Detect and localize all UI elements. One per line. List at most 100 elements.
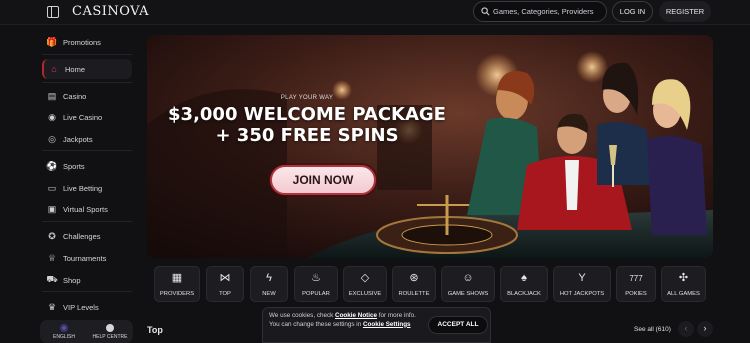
sidebar-item-label: Live Casino (63, 113, 103, 122)
lightning-icon: ϟ (266, 272, 272, 284)
cookie-settings-link[interactable]: Cookie Settings (363, 321, 411, 328)
sidebar-item-label: Home (65, 65, 86, 74)
register-button[interactable]: REGISTER (659, 1, 711, 22)
cards-icon: ▤ (47, 90, 57, 101)
sidebar-item-tournaments[interactable]: ♕ Tournaments (42, 248, 132, 268)
search-input[interactable]: Games, Categories, Providers (473, 1, 607, 22)
language-button[interactable]: ENGLISH (41, 321, 87, 343)
category-roulette[interactable]: ⊛ ROULETTE (392, 266, 436, 302)
sidebar-item-home[interactable]: ⌂ Home (42, 59, 132, 79)
hero-artwork (147, 35, 713, 258)
sidebar-item-virtual-sports[interactable]: ▣ Virtual Sports (42, 199, 132, 219)
help-icon (106, 324, 114, 332)
sidebar-item-live-betting[interactable]: ▭ Live Betting (42, 178, 132, 198)
sidebar-item-label: Casino (63, 92, 87, 101)
accept-all-button[interactable]: ACCEPT ALL (428, 316, 488, 334)
sidebar-divider (42, 221, 132, 222)
medal-icon: ✪ (48, 230, 56, 241)
cookie-notice-link[interactable]: Cookie Notice (335, 312, 377, 319)
hero-copy: PLAY YOUR WAY $3,000 WELCOME PACKAGE + 3… (147, 95, 467, 146)
gift-icon: 🎁 (46, 36, 58, 47)
sidebar-item-label: Live Betting (63, 184, 103, 193)
search-placeholder: Games, Categories, Providers (493, 7, 594, 16)
ball-icon: ⚽ (46, 160, 58, 171)
prev-arrow-icon[interactable]: ‹ (678, 321, 694, 337)
sidebar-divider (42, 82, 132, 83)
category-exclusive[interactable]: ◇ EXCLUSIVE (343, 266, 387, 302)
cookie-banner: We use cookies, check Cookie Notice for … (262, 307, 491, 343)
category-providers[interactable]: ▦ PROVIDERS (154, 266, 200, 302)
sidebar-divider (42, 54, 132, 55)
next-arrow-icon[interactable]: › (697, 321, 713, 337)
sidebar-footer: ENGLISH HELP CENTRE (40, 320, 133, 343)
sidebar-item-label: Shop (63, 276, 81, 285)
search-icon (481, 7, 490, 16)
coin-icon: ◎ (48, 133, 56, 144)
sidebar-item-label: Jackpots (63, 135, 93, 144)
casinova-logo[interactable]: CASINOVA (72, 4, 149, 19)
mask-icon: ☺ (462, 272, 474, 284)
sidebar-item-label: Virtual Sports (63, 205, 108, 214)
home-icon: ⌂ (51, 64, 57, 74)
category-all-games[interactable]: ✣ ALL GAMES (661, 266, 706, 302)
sidebar-item-live-casino[interactable]: ◉ Live Casino (42, 107, 132, 127)
category-label: ALL GAMES (667, 291, 700, 297)
category-label: PROVIDERS (159, 291, 195, 297)
hero-eyebrow: PLAY YOUR WAY (280, 95, 334, 101)
category-label: ROULETTE (398, 291, 430, 297)
trophy-icon: ♕ (47, 252, 57, 263)
category-blackjack[interactable]: ♠ BLACKJACK (500, 266, 548, 302)
grid-icon: ✣ (678, 272, 689, 284)
category-label: POPULAR (302, 291, 330, 297)
monitor-icon: ▣ (47, 203, 57, 214)
category-label: HOT JACKPOTS (559, 291, 605, 297)
drink-icon: Y (578, 272, 586, 284)
category-new[interactable]: ϟ NEW (250, 266, 288, 302)
roulette-icon: ⊛ (409, 272, 419, 284)
hero-banner[interactable]: PLAY YOUR WAY $3,000 WELCOME PACKAGE + 3… (147, 35, 713, 258)
hero-title-line1: $3,000 WELCOME PACKAGE (168, 104, 446, 125)
sidebar-divider (42, 291, 132, 292)
see-all-link[interactable]: See all (610) (634, 326, 671, 333)
category-label: BLACKJACK (507, 291, 541, 297)
cookie-text: We use cookies, check Cookie Notice for … (269, 312, 425, 329)
category-pokies[interactable]: 777 POKIES (616, 266, 656, 302)
sidebar-item-label: Challenges (63, 232, 101, 241)
cookie-text-pre: We use cookies, check (269, 312, 336, 319)
help-centre-button[interactable]: HELP CENTRE (87, 321, 133, 343)
help-label: HELP CENTRE (92, 334, 128, 340)
sidebar-toggle-icon[interactable] (47, 6, 59, 18)
sidebar-item-casino[interactable]: ▤ Casino (42, 86, 132, 106)
flame-icon: ♨ (311, 272, 321, 284)
sidebar-item-label: Promotions (63, 38, 101, 47)
category-hot-jackpots[interactable]: Y HOT JACKPOTS (553, 266, 611, 302)
flag-icon (60, 324, 68, 332)
sidebar-item-promotions[interactable]: 🎁 Promotions (42, 32, 132, 52)
cart-icon: ⛟ (46, 274, 58, 284)
providers-icon: ▦ (171, 272, 183, 284)
category-top[interactable]: ⋈ TOP (206, 266, 244, 302)
diamond-icon: ◇ (360, 272, 370, 284)
join-now-button[interactable]: JOIN NOW (270, 165, 376, 195)
category-label: TOP (219, 291, 231, 297)
sidebar-item-vip-levels[interactable]: ♛ VIP Levels (42, 297, 132, 317)
sidebar-item-sports[interactable]: ⚽ Sports (42, 156, 132, 176)
crown-icon: ♛ (47, 301, 57, 312)
sidebar: 🎁 Promotions ⌂ Home ▤ Casino ◉ Live Casino ◎… (37, 25, 137, 343)
sidebar-divider (42, 150, 132, 151)
sidebar-item-jackpots[interactable]: ◎ Jackpots (42, 129, 132, 149)
sidebar-item-shop[interactable]: ⛟ Shop (42, 270, 132, 290)
category-label: NEW (262, 291, 276, 297)
bowtie-icon: ⋈ (219, 272, 231, 284)
login-button[interactable]: LOG IN (612, 1, 653, 22)
hero-title-line2: + 350 FREE SPINS (215, 125, 399, 146)
category-popular[interactable]: ♨ POPULAR (294, 266, 338, 302)
sidebar-item-label: VIP Levels (63, 303, 99, 312)
category-game-shows[interactable]: ☺ GAME SHOWS (441, 266, 495, 302)
sidebar-item-challenges[interactable]: ✪ Challenges (42, 226, 132, 246)
category-bar: ▦ PROVIDERS ⋈ TOP ϟ NEW ♨ POPULAR ◇ EXCLUSIVE… (154, 266, 714, 302)
slot-777-icon: 777 (629, 274, 643, 283)
language-label: ENGLISH (53, 334, 75, 340)
section-title: Top (147, 325, 163, 335)
category-label: GAME SHOWS (447, 291, 489, 297)
